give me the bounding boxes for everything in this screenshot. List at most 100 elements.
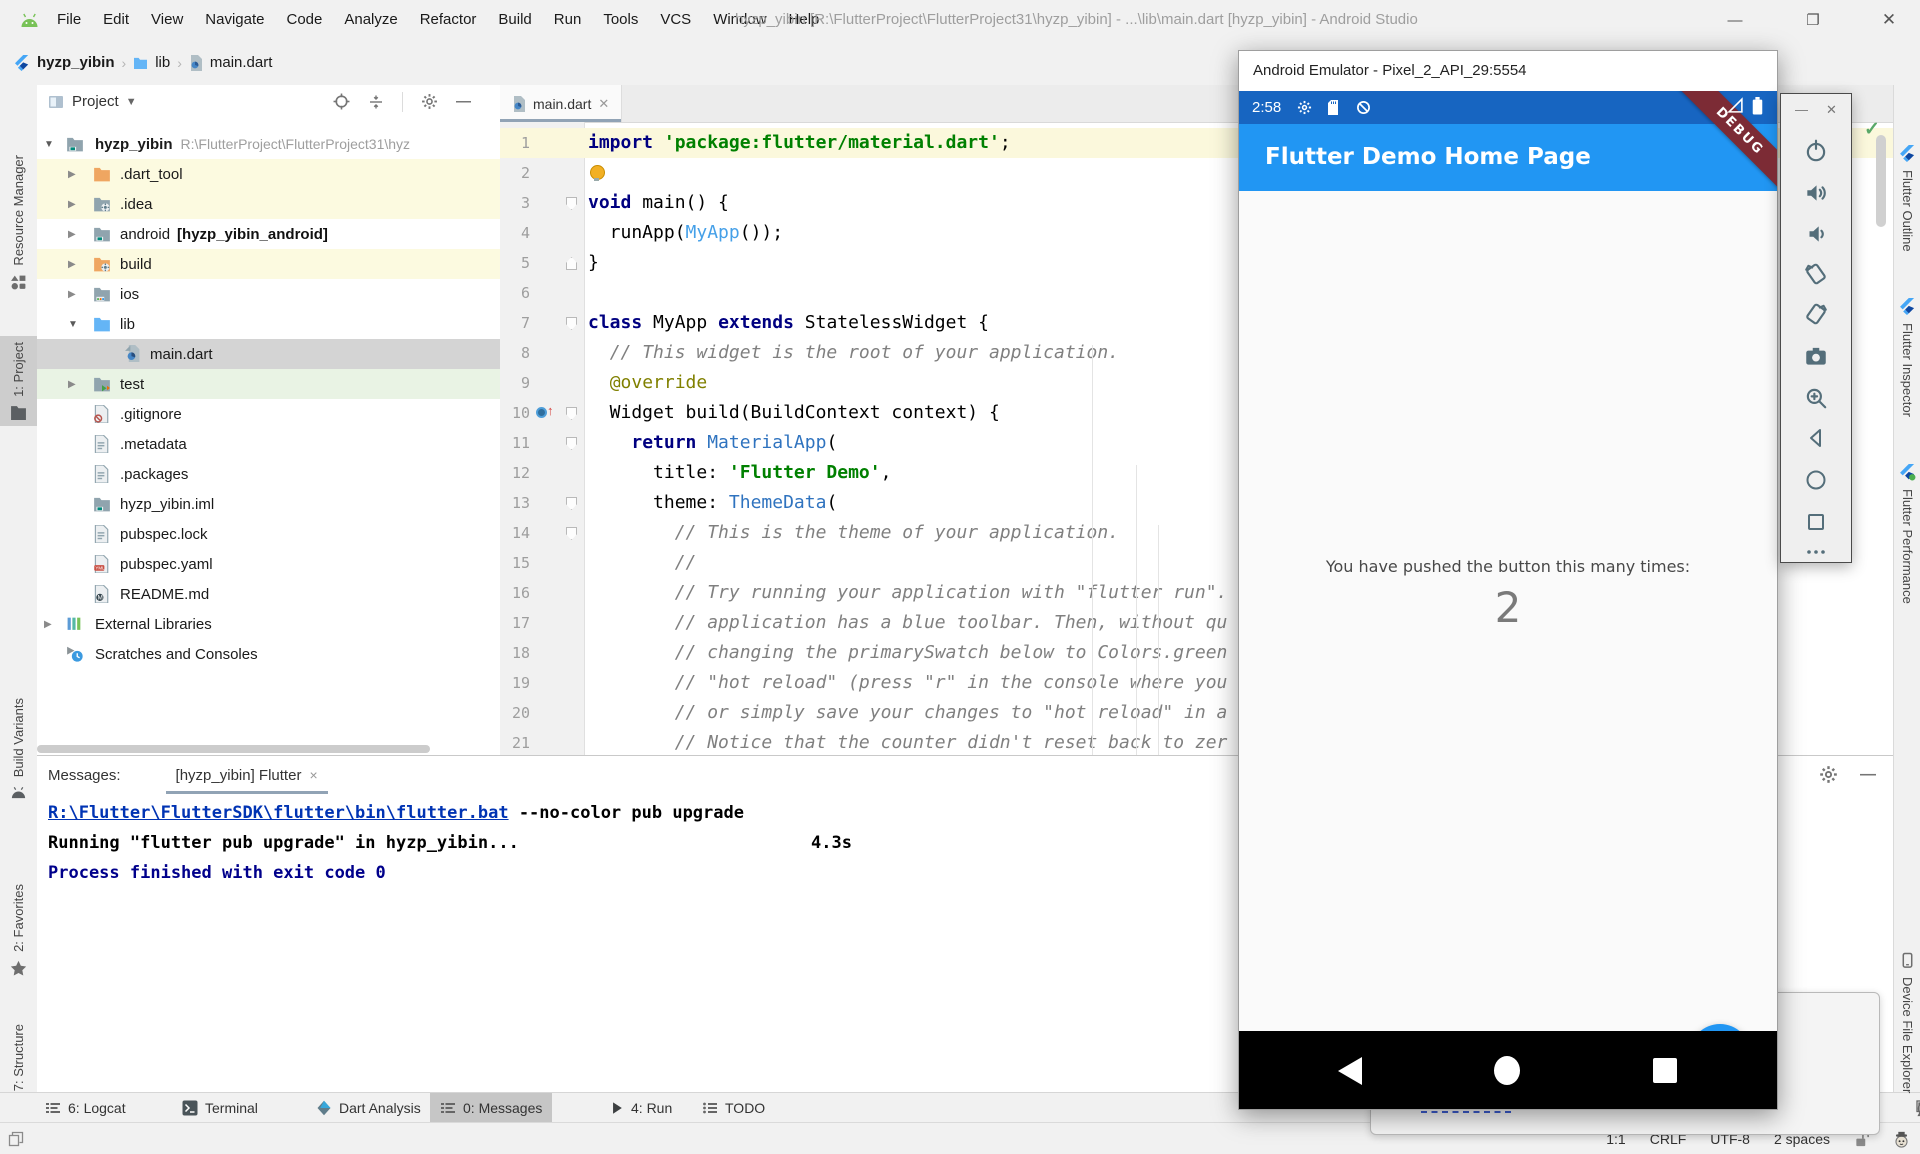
- power-button[interactable]: [1803, 138, 1829, 164]
- home-button[interactable]: [1804, 468, 1828, 492]
- hide-icon[interactable]: —: [456, 93, 471, 110]
- more-button[interactable]: [1804, 540, 1828, 564]
- menu-tools[interactable]: Tools: [592, 0, 649, 40]
- menu-code[interactable]: Code: [275, 0, 333, 40]
- collapse-arrow-icon[interactable]: ▼: [44, 139, 54, 150]
- fold-end-icon[interactable]: [566, 257, 577, 270]
- close-tab-icon[interactable]: ×: [309, 767, 317, 783]
- sidebar-item-resource-manager[interactable]: Resource Manager: [0, 149, 37, 297]
- gear-icon[interactable]: [1819, 765, 1838, 784]
- close-button[interactable]: ✕: [1866, 0, 1912, 40]
- zoom-button[interactable]: [1803, 385, 1829, 411]
- chevron-down-icon[interactable]: ▼: [126, 96, 137, 108]
- toolwindow-button-6-logcat[interactable]: 6: Logcat: [35, 1093, 136, 1123]
- sidebar-item--project[interactable]: 1: Project: [0, 336, 37, 426]
- menu-run[interactable]: Run: [543, 0, 593, 40]
- fold-start-icon[interactable]: [566, 437, 577, 450]
- menu-view[interactable]: View: [140, 0, 194, 40]
- sidebar-item-flutter-outline[interactable]: Flutter Outline: [1894, 139, 1920, 258]
- toolwindow-button-0-messages[interactable]: 0: Messages: [430, 1093, 552, 1123]
- tree-row--packages[interactable]: .packages: [37, 459, 500, 489]
- expand-arrow-icon[interactable]: ▶: [68, 259, 76, 270]
- back-icon[interactable]: [1338, 1057, 1362, 1085]
- messages-tab[interactable]: [hyzp_yibin] Flutter ×: [166, 756, 328, 794]
- maximize-button[interactable]: ❐: [1790, 0, 1836, 40]
- tree-row--metadata[interactable]: .metadata: [37, 429, 500, 459]
- horizontal-scrollbar[interactable]: [37, 745, 430, 753]
- sidebar-item-device-file-explorer[interactable]: Device File Explorer: [1894, 946, 1920, 1099]
- menu-navigate[interactable]: Navigate: [194, 0, 275, 40]
- tree-row-hyzp-yibin[interactable]: ▼hyzp_yibinR:\FlutterProject\FlutterProj…: [37, 129, 500, 159]
- rotate-left-button[interactable]: [1803, 261, 1829, 287]
- sidebar-item--favorites[interactable]: 2: Favorites: [0, 878, 37, 983]
- intention-bulb-icon[interactable]: [590, 165, 605, 180]
- gear-icon[interactable]: [421, 93, 438, 110]
- toolwindow-button-todo[interactable]: TODO: [692, 1093, 775, 1123]
- expand-arrow-icon[interactable]: ▶: [68, 289, 76, 300]
- hide-icon[interactable]: —: [1860, 766, 1876, 784]
- collapse-all-icon[interactable]: [368, 94, 384, 110]
- close-tab-icon[interactable]: ✕: [598, 96, 609, 112]
- minimize-icon[interactable]: —: [1795, 102, 1808, 118]
- editor-scrollbar[interactable]: [1876, 135, 1886, 227]
- overview-button[interactable]: [1804, 510, 1828, 534]
- volume-up-button[interactable]: [1803, 180, 1829, 206]
- tree-row-external-libraries[interactable]: ▶External Libraries: [37, 609, 500, 639]
- tool-window-toggle-icon[interactable]: [8, 1131, 24, 1147]
- tree-row--dart-tool[interactable]: ▶.dart_tool: [37, 159, 500, 189]
- sidebar-item-flutter-performance[interactable]: Flutter Performance: [1894, 458, 1920, 610]
- tree-row-ios[interactable]: ▶ios: [37, 279, 500, 309]
- rotate-right-button[interactable]: [1803, 301, 1829, 327]
- screenshot-button[interactable]: [1803, 343, 1829, 369]
- minimize-button[interactable]: —: [1712, 0, 1758, 40]
- project-view-label[interactable]: Project: [72, 93, 119, 110]
- menu-vcs[interactable]: VCS: [649, 0, 702, 40]
- toolwindow-button-dart-analysis[interactable]: Dart Analysis: [306, 1093, 431, 1123]
- menu-build[interactable]: Build: [487, 0, 542, 40]
- tree-row-test[interactable]: ▶test: [37, 369, 500, 399]
- toolwindow-button-4-run[interactable]: 4: Run: [600, 1093, 682, 1123]
- tree-row-pubspec-yaml[interactable]: YMLpubspec.yaml: [37, 549, 500, 579]
- expand-arrow-icon[interactable]: ▶: [44, 619, 52, 630]
- back-button[interactable]: [1804, 426, 1828, 450]
- menu-edit[interactable]: Edit: [92, 0, 140, 40]
- volume-down-button[interactable]: [1803, 221, 1829, 247]
- tree-row-lib[interactable]: ▼lib: [37, 309, 500, 339]
- expand-arrow-icon[interactable]: ▶: [68, 169, 76, 180]
- tree-row-main-dart[interactable]: main.dart: [37, 339, 500, 369]
- expand-arrow-icon[interactable]: ▶: [68, 229, 76, 240]
- toolwindow-button-terminal[interactable]: Terminal: [172, 1093, 268, 1123]
- breadcrumb-lib[interactable]: lib: [155, 54, 170, 71]
- menu-analyze[interactable]: Analyze: [333, 0, 408, 40]
- tab-main-dart[interactable]: main.dart ✕: [500, 85, 622, 122]
- fold-start-icon[interactable]: [566, 497, 577, 510]
- console-file-link[interactable]: R:\Flutter\FlutterSDK\flutter\bin\flutte…: [48, 803, 509, 823]
- expand-arrow-icon[interactable]: ▶: [68, 379, 76, 390]
- sidebar-item-flutter-inspector[interactable]: Flutter Inspector: [1894, 292, 1920, 423]
- home-icon[interactable]: [1494, 1056, 1520, 1085]
- fold-start-icon[interactable]: [566, 197, 577, 210]
- breadcrumb-file[interactable]: main.dart: [210, 54, 273, 71]
- tree-row-android[interactable]: ▶android[hyzp_yibin_android]: [37, 219, 500, 249]
- expand-arrow-icon[interactable]: ▶: [68, 199, 76, 210]
- emulator-screen[interactable]: 2:58 Flutter Demo Home Page DEBUG You ha…: [1239, 91, 1777, 1109]
- tree-row-pubspec-lock[interactable]: pubspec.lock: [37, 519, 500, 549]
- breadcrumb-project[interactable]: hyzp_yibin: [37, 54, 115, 71]
- fold-start-icon[interactable]: [566, 407, 577, 420]
- close-icon[interactable]: ✕: [1826, 102, 1837, 118]
- tree-row--idea[interactable]: ▶.idea: [37, 189, 500, 219]
- locate-icon[interactable]: [333, 93, 350, 110]
- tree-row-build[interactable]: ▶build: [37, 249, 500, 279]
- overview-icon[interactable]: [1653, 1058, 1677, 1083]
- sidebar-item-build-variants[interactable]: Build Variants: [0, 692, 37, 806]
- fold-start-icon[interactable]: [566, 317, 577, 330]
- menu-refactor[interactable]: Refactor: [409, 0, 488, 40]
- tree-row-scratches-and-consoles[interactable]: Scratches and Consoles: [37, 639, 500, 669]
- fold-start-icon[interactable]: [566, 527, 577, 540]
- collapse-arrow-icon[interactable]: ▼: [68, 319, 78, 330]
- override-marker-icon[interactable]: [536, 407, 547, 418]
- tree-row-readme-md[interactable]: MREADME.md: [37, 579, 500, 609]
- tree-row-hyzp-yibin-iml[interactable]: hyzp_yibin.iml: [37, 489, 500, 519]
- menu-file[interactable]: File: [46, 0, 92, 40]
- tree-row--gitignore[interactable]: .gitignore: [37, 399, 500, 429]
